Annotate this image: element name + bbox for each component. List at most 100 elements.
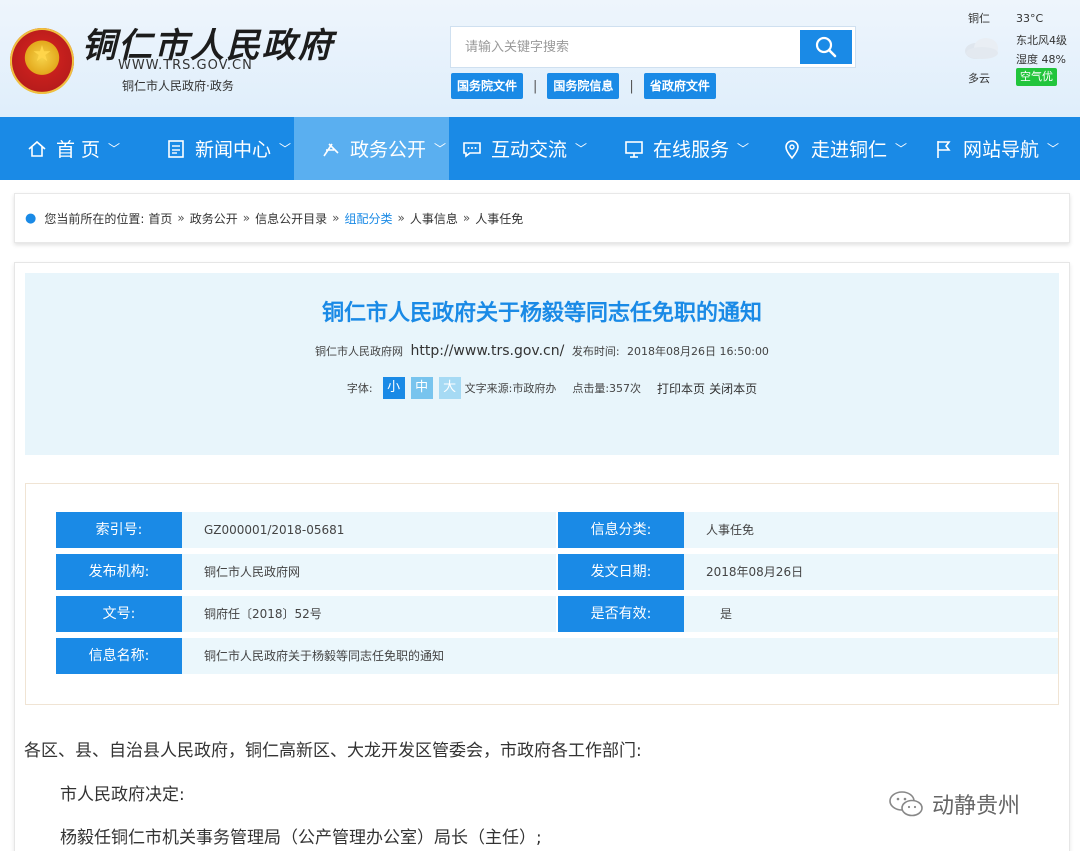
nav-label: 走进铜仁 bbox=[811, 139, 888, 161]
info-row-index: 索引号: GZ000001/2018-05681 bbox=[56, 512, 556, 548]
nav-item-site-navigation[interactable]: 网站导航 ﹀ bbox=[913, 117, 1080, 180]
breadcrumb-appointments[interactable]: 人事任免 bbox=[475, 210, 523, 227]
info-row-category: 信息分类: 人事任免 bbox=[558, 512, 1058, 548]
info-label: 发文日期: bbox=[558, 554, 694, 590]
monitor-icon bbox=[625, 140, 643, 158]
print-page-link[interactable]: 打印本页 bbox=[657, 380, 705, 397]
info-row-name: 信息名称: 铜仁市人民政府关于杨毅等同志任免职的通知 bbox=[56, 638, 1058, 674]
weather-widget: 铜仁 33°C 东北风4级 湿度 48% 多云 空气优 bbox=[950, 6, 1075, 92]
nav-item-interaction[interactable]: 互动交流 ﹀ bbox=[449, 117, 609, 180]
breadcrumb-separator: » bbox=[462, 211, 471, 225]
separator: | bbox=[533, 78, 538, 94]
font-medium-button[interactable]: 中 bbox=[410, 377, 433, 399]
nav-item-online-service[interactable]: 在线服务 ﹀ bbox=[609, 117, 761, 180]
nav-label: 网站导航 bbox=[963, 139, 1040, 161]
hit-count: 点击量:357次 bbox=[572, 382, 642, 395]
info-row-valid: 是否有效: 是 bbox=[558, 596, 1058, 632]
separator: | bbox=[629, 78, 634, 94]
publish-time: 2018年08月26日 16:50:00 bbox=[627, 345, 769, 358]
info-label: 文号: bbox=[56, 596, 192, 632]
watermark: 动静贵州 bbox=[888, 788, 1020, 820]
breadcrumb-separator: » bbox=[177, 211, 185, 225]
government-icon bbox=[323, 142, 339, 156]
home-icon bbox=[28, 140, 46, 157]
info-label: 是否有效: bbox=[558, 596, 694, 632]
info-value: 铜府任〔2018〕52号 bbox=[182, 596, 556, 632]
info-label: 发布机构: bbox=[56, 554, 192, 590]
chevron-down-icon: ﹀ bbox=[434, 142, 447, 156]
breadcrumb-prefix: 您当前所在的位置: bbox=[44, 211, 145, 226]
site-url: WWW.TRS.GOV.CN bbox=[118, 58, 253, 73]
font-small-button[interactable]: 小 bbox=[382, 377, 405, 399]
font-large-button[interactable]: 大 bbox=[438, 377, 461, 399]
nav-label: 政务公开 bbox=[350, 139, 427, 161]
site-header: 铜仁市人民政府 WWW.TRS.GOV.CN 铜仁市人民政府·政务 国务院文件 … bbox=[0, 0, 1080, 117]
nav-label: 在线服务 bbox=[653, 139, 730, 161]
publish-label: 发布时间: bbox=[571, 345, 620, 358]
breadcrumb-separator: » bbox=[397, 211, 405, 225]
nav-item-news[interactable]: 新闻中心 ﹀ bbox=[139, 117, 294, 180]
body-paragraph: 市人民政府决定: bbox=[60, 785, 185, 805]
weather-temp: 33°C bbox=[1016, 12, 1044, 25]
nav-item-home[interactable]: 首 页 ﹀ bbox=[0, 117, 139, 180]
breadcrumb-gov-affairs[interactable]: 政务公开 bbox=[190, 210, 238, 227]
watermark-text: 动静贵州 bbox=[932, 794, 1021, 819]
breadcrumb: ● 您当前所在的位置: 首页 » 政务公开 » 信息公开目录 » 组配分类 » … bbox=[14, 193, 1070, 243]
close-page-link[interactable]: 关闭本页 bbox=[709, 380, 757, 397]
article-tools: 字体: 小 中 大 文字来源:市政府办 点击量:357次 打印本页 关闭本页 bbox=[25, 377, 1059, 399]
chevron-down-icon: ﹀ bbox=[895, 142, 908, 156]
info-value: 是 bbox=[684, 596, 1058, 632]
search-input[interactable] bbox=[451, 27, 801, 67]
search-icon bbox=[815, 36, 837, 58]
search-button[interactable] bbox=[800, 30, 852, 64]
news-icon bbox=[168, 139, 184, 158]
info-label: 信息分类: bbox=[558, 512, 694, 548]
info-row-docno: 文号: 铜府任〔2018〕52号 bbox=[56, 596, 556, 632]
chevron-down-icon: ﹀ bbox=[279, 142, 292, 156]
info-row-org: 发布机构: 铜仁市人民政府网 bbox=[56, 554, 556, 590]
breadcrumb-home[interactable]: 首页 bbox=[148, 210, 172, 227]
info-value: 2018年08月26日 bbox=[684, 554, 1058, 590]
title-panel: 铜仁市人民政府关于杨毅等同志任免职的通知 铜仁市人民政府网 http://www… bbox=[25, 273, 1059, 455]
breadcrumb-personnel-info[interactable]: 人事信息 bbox=[410, 210, 458, 227]
info-value: GZ000001/2018-05681 bbox=[182, 512, 556, 548]
chevron-down-icon: ﹀ bbox=[108, 142, 121, 156]
cloud-icon bbox=[965, 38, 998, 59]
chevron-down-icon: ﹀ bbox=[1047, 142, 1060, 156]
info-value: 人事任免 bbox=[684, 512, 1058, 548]
breadcrumb-category[interactable]: 组配分类 bbox=[344, 210, 392, 227]
location-icon bbox=[785, 139, 799, 159]
page-title: 铜仁市人民政府关于杨毅等同志任免职的通知 bbox=[321, 301, 762, 326]
nav-label: 首 页 bbox=[56, 139, 101, 161]
location-pin-icon: ● bbox=[25, 210, 37, 226]
weather-city: 铜仁 bbox=[968, 12, 990, 25]
search-box bbox=[450, 26, 856, 68]
article-card: 铜仁市人民政府关于杨毅等同志任免职的通知 铜仁市人民政府网 http://www… bbox=[14, 262, 1070, 851]
breadcrumb-info-catalog[interactable]: 信息公开目录 bbox=[255, 210, 327, 227]
nav-item-about-tongren[interactable]: 走进铜仁 ﹀ bbox=[761, 117, 913, 180]
quick-link-state-council-docs[interactable]: 国务院文件 bbox=[451, 73, 524, 99]
quick-link-province-docs[interactable]: 省政府文件 bbox=[643, 73, 716, 99]
info-label: 信息名称: bbox=[56, 638, 192, 674]
quick-link-state-council-info[interactable]: 国务院信息 bbox=[547, 73, 620, 99]
quick-links: 国务院文件 | 国务院信息 | 省政府文件 bbox=[451, 73, 716, 99]
flag-icon bbox=[937, 140, 951, 158]
weather-desc: 多云 bbox=[968, 72, 990, 85]
nav-item-government[interactable]: 政务公开 ﹀ bbox=[294, 117, 449, 180]
body-paragraph: 各区、县、自治县人民政府，铜仁高新区、大龙开发区管委会，市政府各工作部门: bbox=[24, 741, 642, 761]
breadcrumb-separator: » bbox=[242, 211, 251, 225]
nav-label: 新闻中心 bbox=[195, 139, 272, 161]
info-value: 铜仁市人民政府关于杨毅等同志任免职的通知 bbox=[182, 638, 1058, 674]
site-subtitle: 铜仁市人民政府·政务 bbox=[122, 79, 234, 93]
source-url[interactable]: http://www.trs.gov.cn/ bbox=[411, 343, 565, 359]
info-value: 铜仁市人民政府网 bbox=[182, 554, 556, 590]
info-label: 索引号: bbox=[56, 512, 192, 548]
document-info-table: 索引号: GZ000001/2018-05681 信息分类: 人事任免 发布机构… bbox=[25, 483, 1059, 705]
main-nav: 首 页 ﹀ 新闻中心 ﹀ 政务公开 ﹀ 互动交流 ﹀ 在线服务 ﹀ 走进铜仁 ﹀… bbox=[0, 117, 1080, 180]
national-emblem-icon bbox=[10, 28, 74, 94]
breadcrumb-separator: » bbox=[332, 211, 340, 225]
source-site: 铜仁市人民政府网 bbox=[315, 345, 404, 358]
font-size-label: 字体: bbox=[346, 382, 373, 395]
text-source: 文字来源:市政府办 bbox=[464, 382, 557, 395]
weather-humidity: 湿度 48% bbox=[1016, 53, 1066, 66]
